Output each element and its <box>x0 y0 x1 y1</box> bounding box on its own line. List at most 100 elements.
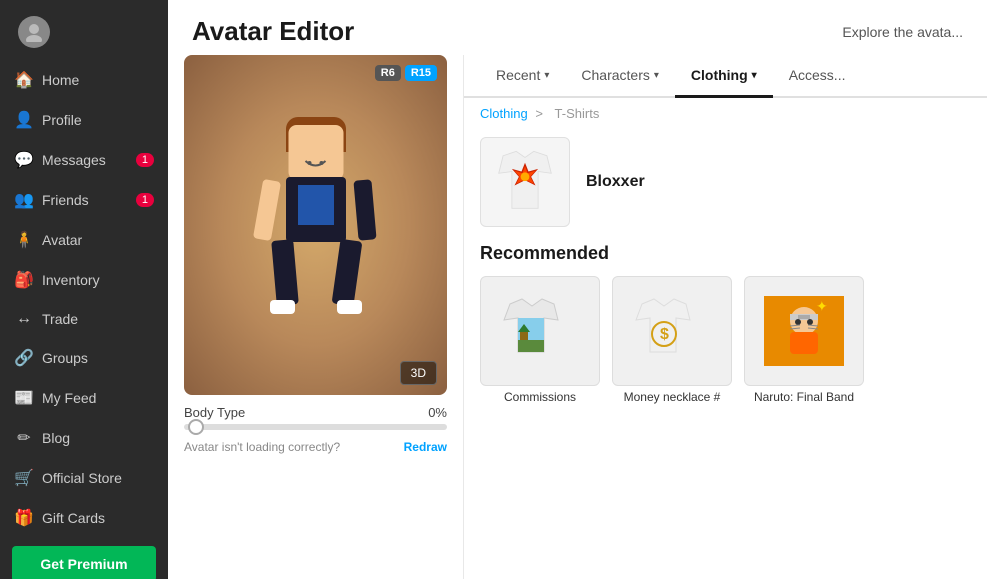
sidebar-item-label: My Feed <box>42 390 96 406</box>
list-item[interactable]: ✦ Naruto: Final Band <box>744 276 864 404</box>
sidebar-item-label: Friends <box>42 192 89 208</box>
avatar-icon: 🧍 <box>14 230 34 250</box>
svg-text:✦: ✦ <box>816 298 828 314</box>
sidebar-item-my-feed[interactable]: 📰 My Feed <box>0 378 168 418</box>
recommended-section: Recommended <box>480 243 971 404</box>
avatar-torso <box>286 177 346 242</box>
loading-warning: Avatar isn't loading correctly? Redraw <box>184 440 447 454</box>
avatar-panel: R6 R15 <box>168 55 463 579</box>
sidebar-item-label: Trade <box>42 311 78 327</box>
page-header: Avatar Editor Explore the avata... <box>168 0 987 55</box>
avatar-left-arm <box>252 179 280 241</box>
groups-icon: 🔗 <box>14 348 34 368</box>
tab-nav: Recent Characters Clothing Access... <box>464 55 987 98</box>
sidebar-item-messages[interactable]: 💬 Messages 1 <box>0 140 168 180</box>
get-premium-button[interactable]: Get Premium <box>12 546 156 579</box>
avatar-figure <box>236 85 396 365</box>
selected-item-name: Bloxxer <box>586 173 645 191</box>
tab-clothing[interactable]: Clothing <box>675 55 773 98</box>
avatar-left-leg <box>271 239 299 306</box>
breadcrumb-parent[interactable]: Clothing <box>480 106 528 121</box>
items-scroll: Bloxxer Recommended <box>464 129 987 579</box>
blog-icon: ✏ <box>14 428 34 448</box>
svg-text:$: $ <box>660 326 669 343</box>
inventory-icon: 🎒 <box>14 270 34 290</box>
home-icon: 🏠 <box>14 70 34 90</box>
3d-button[interactable]: 3D <box>400 361 437 385</box>
sidebar-item-groups[interactable]: 🔗 Groups <box>0 338 168 378</box>
recommended-title: Recommended <box>480 243 971 264</box>
sidebar-item-label: Inventory <box>42 272 100 288</box>
friends-icon: 👥 <box>14 190 34 210</box>
avatar-right-arm <box>353 179 376 240</box>
rec-item-thumb <box>480 276 600 386</box>
sidebar-item-profile[interactable]: 👤 Profile <box>0 100 168 140</box>
sidebar-item-friends[interactable]: 👥 Friends 1 <box>0 180 168 220</box>
avatar-right-foot <box>337 300 362 314</box>
sidebar-user-header <box>0 0 168 60</box>
sidebar-item-inventory[interactable]: 🎒 Inventory <box>0 260 168 300</box>
feed-icon: 📰 <box>14 388 34 408</box>
sidebar-item-gift-cards[interactable]: 🎁 Gift Cards <box>0 498 168 538</box>
content-body: R6 R15 <box>168 55 987 579</box>
tab-recent[interactable]: Recent <box>480 55 565 98</box>
tab-characters[interactable]: Characters <box>565 55 675 98</box>
avatar-torso-inner <box>298 185 334 225</box>
body-type-label-row: Body Type 0% <box>184 405 447 420</box>
redraw-button[interactable]: Redraw <box>404 440 447 454</box>
breadcrumb-current: T-Shirts <box>555 106 600 121</box>
messages-icon: 💬 <box>14 150 34 170</box>
sidebar-item-trade[interactable]: ↔ Trade <box>0 300 168 338</box>
sidebar: 🏠 Home 👤 Profile 💬 Messages 1 👥 Friends … <box>0 0 168 579</box>
profile-icon: 👤 <box>14 110 34 130</box>
tab-access[interactable]: Access... <box>773 55 862 98</box>
badge-r15: R15 <box>405 65 437 81</box>
breadcrumb: Clothing > T-Shirts <box>464 98 987 129</box>
sidebar-item-home[interactable]: 🏠 Home <box>0 60 168 100</box>
loading-warning-text: Avatar isn't loading correctly? <box>184 440 340 454</box>
sidebar-item-label: Avatar <box>42 232 82 248</box>
gift-icon: 🎁 <box>14 508 34 528</box>
selected-item-thumb[interactable] <box>480 137 570 227</box>
friends-badge: 1 <box>136 193 154 207</box>
list-item[interactable]: $ Money necklace # <box>612 276 732 404</box>
avatar-body <box>266 125 366 325</box>
avatar[interactable] <box>18 16 50 48</box>
rec-item-thumb: ✦ <box>744 276 864 386</box>
sidebar-item-blog[interactable]: ✏ Blog <box>0 418 168 458</box>
rec-item-name: Commissions <box>480 390 600 404</box>
body-type-label: Body Type <box>184 405 245 420</box>
sidebar-item-label: Official Store <box>42 470 122 486</box>
main-content: Avatar Editor Explore the avata... R6 R1… <box>168 0 987 579</box>
sidebar-item-label: Profile <box>42 112 82 128</box>
breadcrumb-separator: > <box>535 106 543 121</box>
messages-badge: 1 <box>136 153 154 167</box>
explore-text: Explore the avata... <box>842 24 963 40</box>
sidebar-item-label: Messages <box>42 152 106 168</box>
sidebar-item-label: Gift Cards <box>42 510 105 526</box>
rec-item-name: Money necklace # <box>612 390 732 404</box>
avatar-right-leg <box>331 239 362 306</box>
sidebar-item-label: Blog <box>42 430 70 446</box>
item-panel: Recent Characters Clothing Access... Clo… <box>463 55 987 579</box>
selected-item-row: Bloxxer <box>480 137 971 227</box>
content-area: Avatar Editor Explore the avata... R6 R1… <box>168 0 987 579</box>
avatar-viewport: R6 R15 <box>184 55 447 395</box>
body-type-slider-thumb[interactable] <box>188 419 204 435</box>
sidebar-item-official-store[interactable]: 🛒 Official Store <box>0 458 168 498</box>
body-type-percent: 0% <box>428 405 447 420</box>
body-type-section: Body Type 0% <box>184 405 447 430</box>
page-title: Avatar Editor <box>192 16 354 47</box>
trade-icon: ↔ <box>14 310 34 328</box>
store-icon: 🛒 <box>14 468 34 488</box>
sidebar-item-avatar[interactable]: 🧍 Avatar <box>0 220 168 260</box>
list-item[interactable]: Commissions <box>480 276 600 404</box>
sidebar-item-label: Groups <box>42 350 88 366</box>
badge-r6: R6 <box>375 65 401 81</box>
recommended-grid: Commissions $ <box>480 276 971 404</box>
body-type-slider-track[interactable] <box>184 424 447 430</box>
avatar-left-foot <box>270 300 295 314</box>
sidebar-item-label: Home <box>42 72 79 88</box>
avatar-badges: R6 R15 <box>375 65 437 81</box>
avatar-head <box>288 125 343 180</box>
